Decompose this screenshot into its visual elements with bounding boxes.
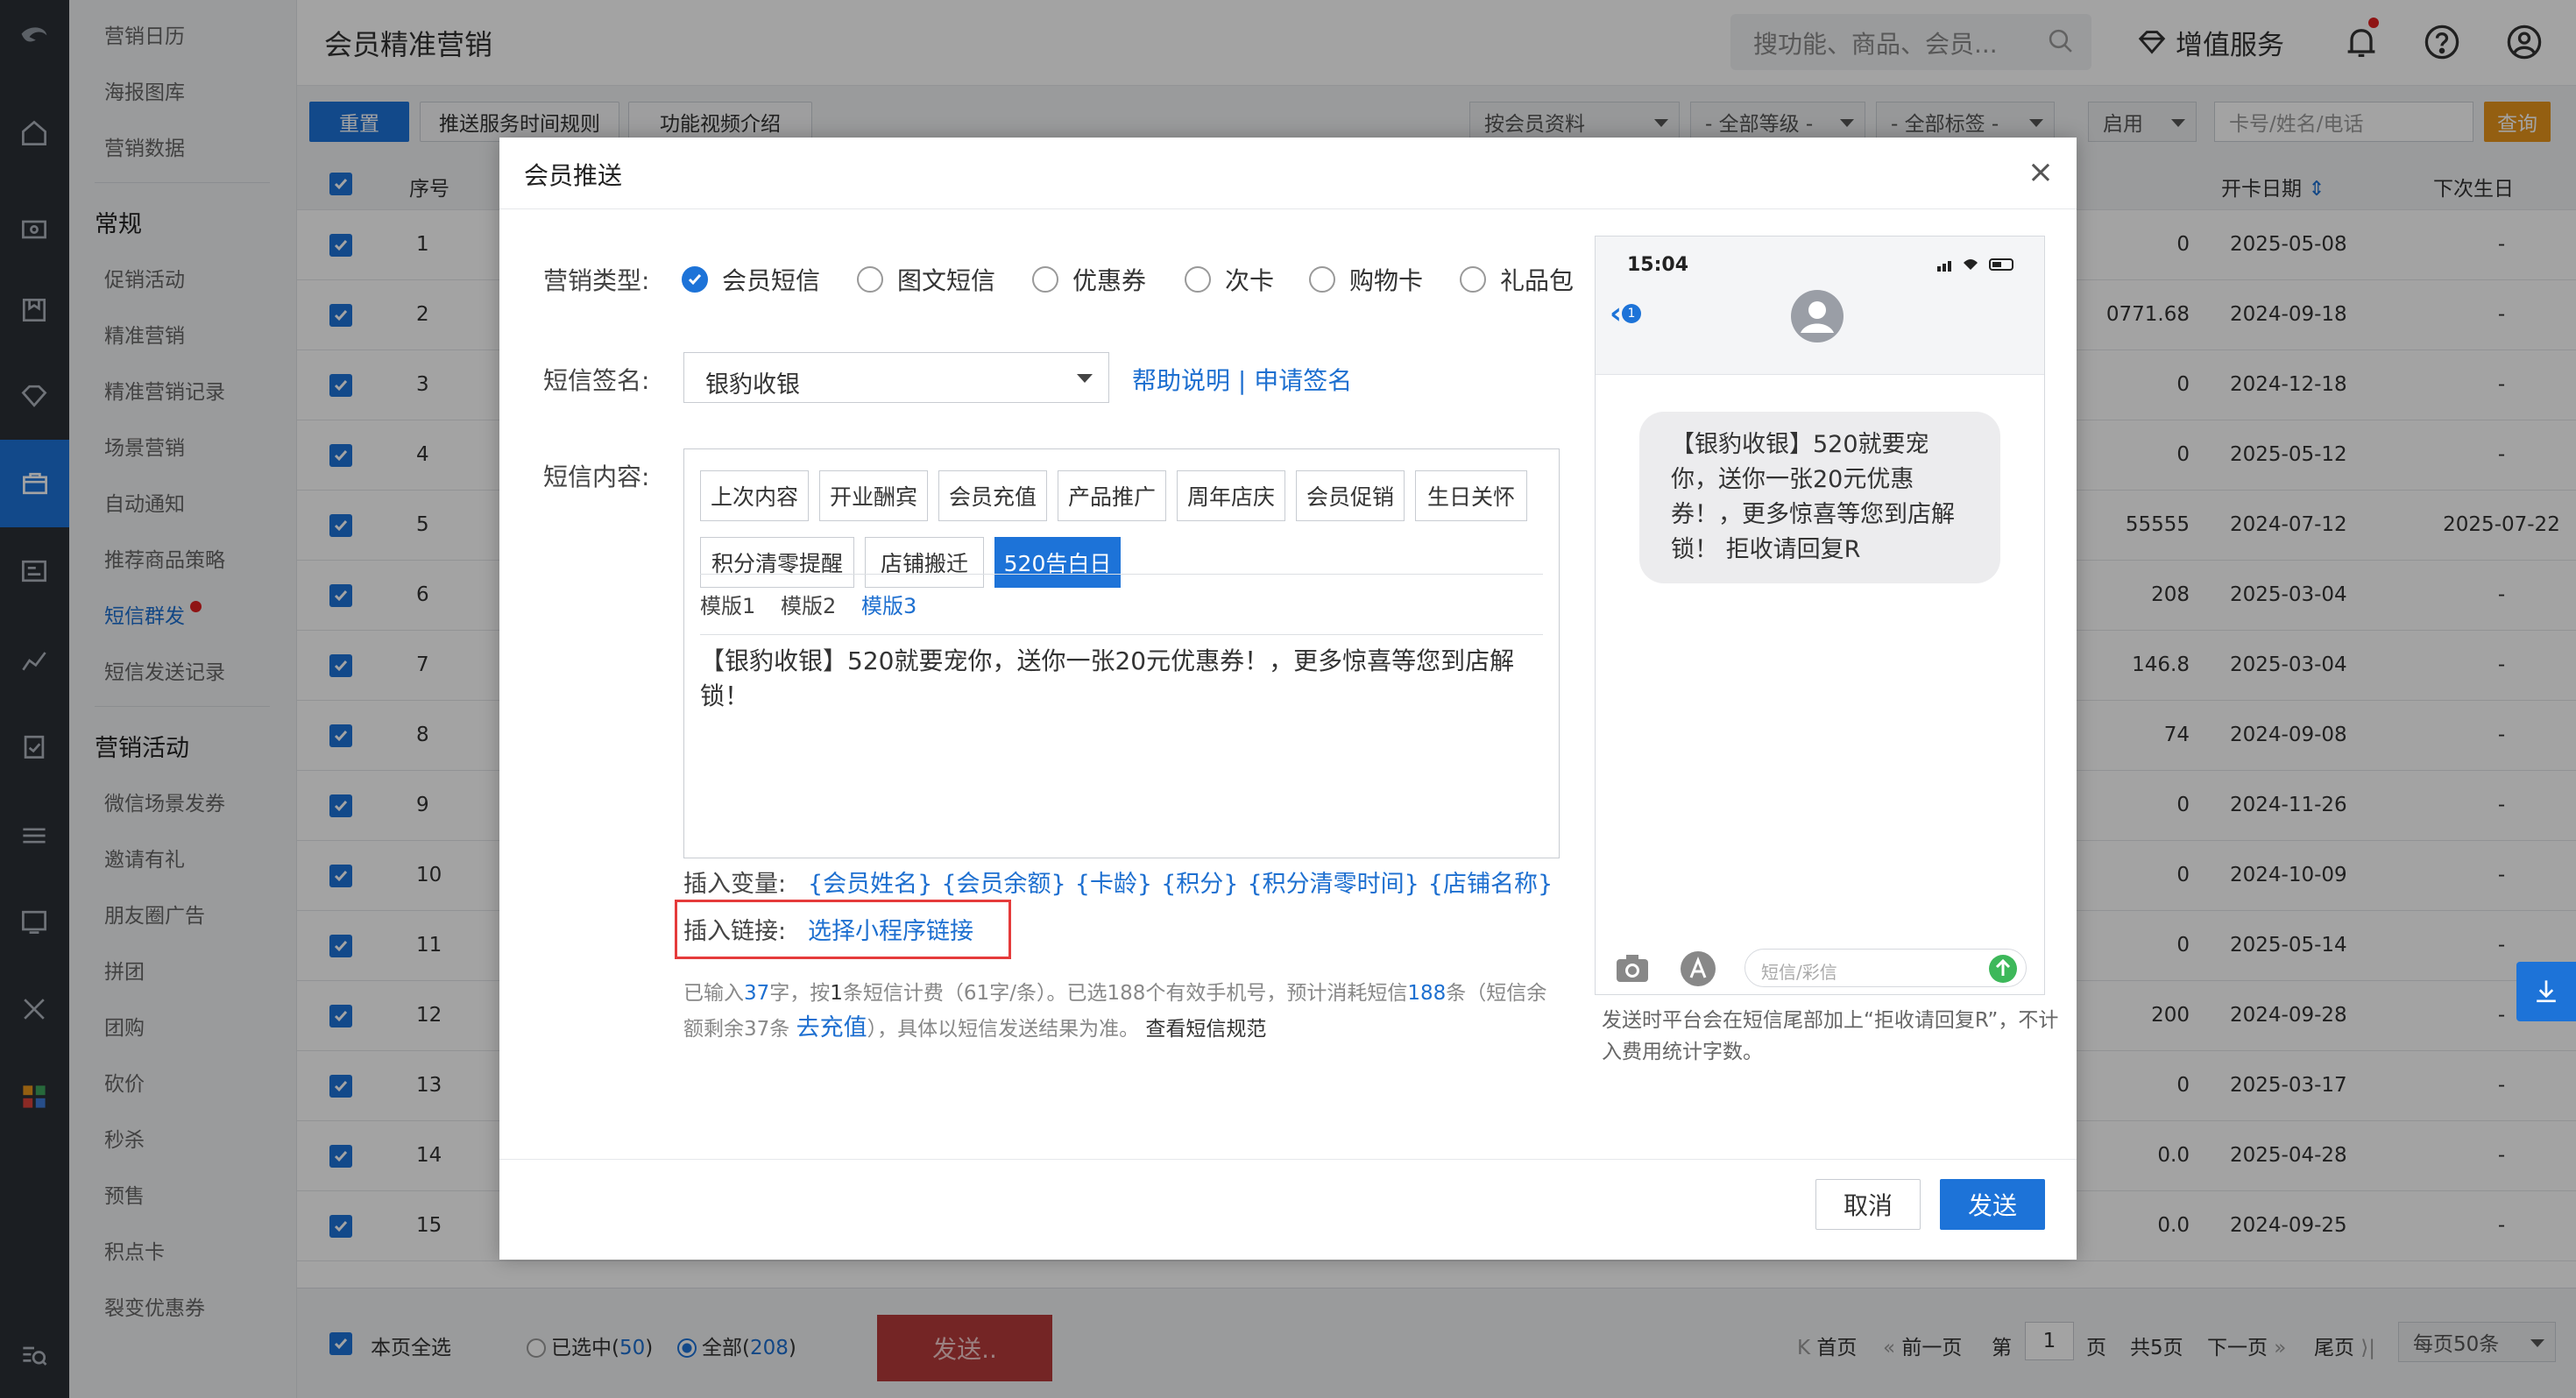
chevron-left-icon: ‹: [1610, 296, 1623, 331]
char-count: 37: [744, 982, 770, 1005]
insert-link-label: 插入链接:: [683, 918, 787, 945]
sms-count: 1: [830, 982, 843, 1005]
download-button[interactable]: [2516, 962, 2576, 1021]
radio-circle-icon: [857, 266, 883, 293]
template-version-tabs: 模版1 模版2 模版3: [700, 574, 1543, 635]
select-miniprogram-link[interactable]: 选择小程序链接: [808, 912, 973, 946]
phone-input-bar: 短信/彩信: [1596, 942, 2044, 994]
type-radio-member-sms[interactable]: 会员短信: [682, 262, 820, 297]
sms-rules-link[interactable]: 查看短信规范: [1145, 1018, 1266, 1041]
recharge-link[interactable]: 去充值: [796, 1014, 867, 1041]
app-window: 营销日历 海报图库 营销数据 常规 促销活动 精准营销 精准营销记录 场景营销 …: [0, 0, 2576, 1398]
radio-circle-icon: [1185, 266, 1211, 293]
type-radio-coupon[interactable]: 优惠券: [1032, 262, 1146, 297]
template-tag[interactable]: 会员促销: [1296, 470, 1405, 521]
radio-circle-icon: [1032, 266, 1058, 293]
sms-signature-value: 银豹收银: [705, 371, 800, 399]
type-radio-label: 次卡: [1225, 266, 1275, 295]
template-tag[interactable]: 会员充值: [938, 470, 1047, 521]
send-button[interactable]: 发送: [1940, 1179, 2045, 1230]
member-push-dialog: 会员推送 × 营销类型: 会员短信 图文短信 优惠券 次卡 购物卡 礼品包 短信…: [499, 138, 2077, 1260]
checkmark-icon: [682, 266, 708, 293]
back-button[interactable]: ‹ 1: [1610, 296, 1642, 331]
marketing-type-label: 营销类型:: [543, 266, 650, 295]
template-tag[interactable]: 生日关怀: [1415, 470, 1527, 521]
insert-variable-link[interactable]: {会员姓名}: [808, 871, 932, 898]
radio-circle-icon: [1309, 266, 1335, 293]
cancel-button[interactable]: 取消: [1815, 1179, 1921, 1230]
type-radio-rich-sms[interactable]: 图文短信: [857, 262, 995, 297]
chevron-down-icon: [1077, 374, 1093, 383]
help-apply-signature-link[interactable]: 帮助说明 | 申请签名: [1132, 362, 1352, 397]
sms-billing-note: 已输入37字，按1条短信计费（61字/条）。已选188个有效手机号，预计消耗短信…: [683, 977, 1560, 1047]
phone-preview: 15:04 ‹ 1 【银豹收银】520就要宠你，送你一张20元优惠券！，更多惊喜等…: [1595, 236, 2045, 995]
insert-variable-list: {会员姓名} {会员余额} {卡龄} {积分} {积分清零时间} {店铺名称}: [808, 865, 1561, 899]
contact-avatar-icon: [1791, 290, 1844, 342]
total-sms-count: 188: [1407, 982, 1447, 1005]
phone-message-input: 短信/彩信: [1744, 949, 2027, 987]
type-radio-gift-pack[interactable]: 礼品包: [1460, 262, 1574, 297]
type-radio-label: 购物卡: [1349, 266, 1424, 295]
insert-variable-link[interactable]: {会员余额}: [941, 871, 1065, 898]
sms-content-label: 短信内容:: [543, 462, 650, 491]
tab-template-3[interactable]: 模版3: [861, 589, 916, 619]
app-store-icon: [1681, 951, 1716, 986]
phone-header: 15:04 ‹ 1: [1596, 237, 2044, 375]
sms-content-textarea[interactable]: 【银豹收银】520就要宠你，送你一张20元优惠券！，更多惊喜等您到店解锁！: [700, 644, 1524, 714]
camera-icon: [1617, 955, 1648, 982]
insert-variable-link[interactable]: {积分清零时间}: [1247, 871, 1419, 898]
insert-variable-link[interactable]: {卡龄}: [1075, 871, 1152, 898]
sms-preview-bubble: 【银豹收银】520就要宠你，送你一张20元优惠券！，更多惊喜等您到店解锁！ 拒收…: [1639, 412, 2000, 583]
send-arrow-icon: [1989, 955, 2017, 983]
sms-signature-label: 短信签名:: [543, 366, 650, 395]
note-part: ），具体以短信发送结果为准。: [867, 1018, 1140, 1041]
template-tag[interactable]: 上次内容: [700, 470, 809, 521]
type-radio-label: 礼品包: [1500, 266, 1575, 295]
phone-time: 15:04: [1627, 254, 1689, 276]
type-radio-times-card[interactable]: 次卡: [1185, 262, 1274, 297]
tab-template-1[interactable]: 模版1: [700, 589, 755, 619]
note-part: 已输入: [683, 982, 744, 1005]
dialog-title: 会员推送: [524, 161, 623, 190]
tab-template-2[interactable]: 模版2: [781, 589, 836, 619]
insert-variable-label: 插入变量:: [683, 871, 787, 898]
status-bar-icons: [1937, 258, 2013, 272]
close-icon[interactable]: ×: [2028, 157, 2054, 188]
dialog-header: 会员推送 ×: [499, 138, 2077, 209]
template-tag[interactable]: 开业酬宾: [819, 470, 928, 521]
type-radio-label: 优惠券: [1072, 266, 1147, 295]
template-tag[interactable]: 周年店庆: [1177, 470, 1285, 521]
insert-variable-link[interactable]: {积分}: [1161, 871, 1238, 898]
phone-preview-note: 发送时平台会在短信尾部加上“拒收请回复R”，不计入费用统计字数。: [1602, 1009, 2059, 1063]
note-part: 字，按: [769, 982, 831, 1005]
radio-circle-icon: [1460, 266, 1486, 293]
download-icon: [2537, 980, 2556, 1003]
note-part: 条短信计费（61字/条）。已选188个有效手机号，预计消耗短信: [842, 982, 1408, 1005]
unread-badge: 1: [1622, 304, 1642, 323]
insert-variable-link[interactable]: {店铺名称}: [1428, 871, 1553, 898]
template-tag[interactable]: 产品推广: [1058, 470, 1166, 521]
dialog-footer: 取消 发送: [499, 1159, 2077, 1260]
sms-content-box: 上次内容 开业酬宾 会员充值 产品推广 周年店庆 会员促销 生日关怀 积分清零提…: [683, 448, 1560, 858]
type-radio-label: 会员短信: [722, 266, 821, 295]
sms-signature-select[interactable]: 银豹收银: [683, 352, 1109, 403]
type-radio-label: 图文短信: [897, 266, 996, 295]
type-radio-shopping-card[interactable]: 购物卡: [1309, 262, 1423, 297]
